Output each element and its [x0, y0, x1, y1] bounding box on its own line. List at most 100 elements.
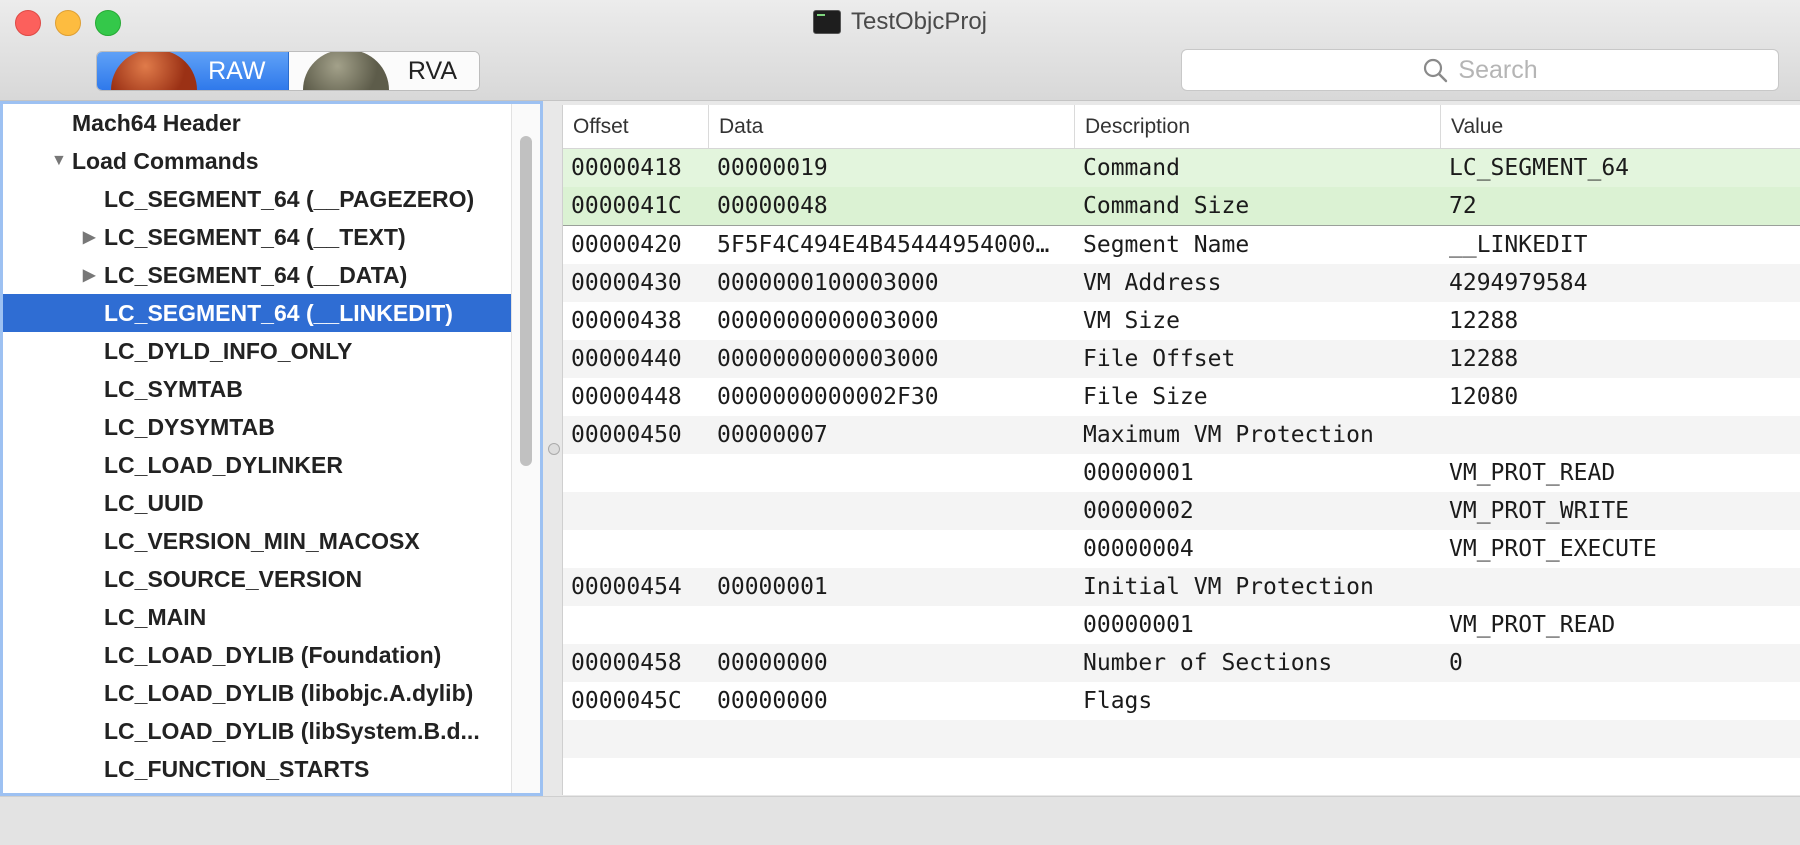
cell-offset: 00000454 [571, 574, 682, 600]
search-placeholder: Search [1458, 55, 1538, 84]
search-field[interactable]: Search [1181, 49, 1779, 91]
table-row[interactable]: 00000438 0000000000003000 VM Size 12288 [563, 302, 1800, 340]
column-header-offset[interactable]: Offset [563, 105, 709, 148]
mode-segmented-control: RAW RVA [96, 51, 480, 91]
split-view-divider[interactable] [548, 443, 560, 455]
tree-item[interactable]: LC_SOURCE_VERSION [3, 560, 511, 598]
raw-mode-icon [111, 52, 197, 90]
table-row[interactable]: 0000041C 00000048 Command Size 72 [563, 187, 1800, 226]
tree-item[interactable]: LC_SEGMENT_64 (__PAGEZERO) [3, 180, 511, 218]
raw-mode-label: RAW [208, 56, 266, 85]
details-table-panel[interactable]: Offset Data Description Value 00000418 00… [562, 105, 1800, 795]
table-row[interactable]: 00000440 0000000000003000 File Offset 12288 [563, 340, 1800, 378]
cell-offset: 00000448 [571, 384, 682, 410]
table-row[interactable]: 00000004 VM_PROT_EXECUTE [563, 530, 1800, 568]
cell-value: 12288 [1449, 346, 1519, 372]
table-row[interactable]: 00000001 VM_PROT_READ [563, 606, 1800, 644]
cell-data: 0000000000003000 [717, 346, 939, 372]
tree-item[interactable]: LC_LOAD_DYLIB (libSystem.B.d... [3, 712, 511, 750]
cell-description: 00000002 [1083, 498, 1194, 524]
cell-data: 00000000 [717, 688, 828, 714]
cell-data: 00000001 [717, 574, 828, 600]
table-row[interactable]: 00000458 00000000 Number of Sections 0 [563, 644, 1800, 682]
rva-mode-button[interactable]: RVA [288, 52, 479, 90]
cell-description: File Size [1083, 384, 1208, 410]
disclosure-collapsed-icon[interactable]: ▶ [83, 265, 95, 285]
cell-offset: 0000045C [571, 688, 682, 714]
tree-item-label: LC_LOAD_DYLINKER [104, 451, 343, 478]
cell-value: LC_SEGMENT_64 [1449, 155, 1630, 181]
cell-offset: 00000450 [571, 422, 682, 448]
column-header-data[interactable]: Data [709, 105, 1075, 148]
disclosure-collapsed-icon[interactable]: ▶ [83, 227, 95, 247]
table-row[interactable]: 00000002 VM_PROT_WRITE [563, 492, 1800, 530]
cell-description: Command [1083, 155, 1180, 181]
tree-item[interactable]: LC_VERSION_MIN_MACOSX [3, 522, 511, 560]
cell-value: VM_PROT_EXECUTE [1449, 536, 1657, 562]
cell-data: 0000000100003000 [717, 270, 939, 296]
cell-offset: 00000430 [571, 270, 682, 296]
tree-item[interactable]: LC_SYMTAB [3, 370, 511, 408]
tree-item-label: LC_MAIN [104, 603, 207, 630]
cell-value: 72 [1449, 193, 1477, 219]
cell-description: VM Size [1083, 308, 1180, 334]
table-row[interactable]: 00000450 00000007 Maximum VM Protection [563, 416, 1800, 454]
cell-offset: 00000438 [571, 308, 682, 334]
tree-item-label: LC_SEGMENT_64 (__DATA) [104, 261, 408, 288]
cell-description: File Offset [1083, 346, 1236, 372]
status-bar [0, 796, 1800, 845]
table-row[interactable]: 0000045C 00000000 Flags [563, 682, 1800, 720]
cell-data: 00000007 [717, 422, 828, 448]
disclosure-expanded-icon[interactable]: ▼ [51, 152, 67, 170]
cell-description: Command Size [1083, 193, 1250, 219]
tree-item[interactable]: ▶ LC_SEGMENT_64 (__DATA) [3, 256, 511, 294]
tree-item[interactable]: LC_SEGMENT_64 (__LINKEDIT) [3, 294, 511, 332]
tree-scrollbar-thumb[interactable] [520, 136, 532, 466]
cell-offset: 00000458 [571, 650, 682, 676]
table-row[interactable]: 00000454 00000001 Initial VM Protection [563, 568, 1800, 606]
cell-data: 0000000000002F30 [717, 384, 939, 410]
cell-offset: 00000418 [571, 155, 682, 181]
cell-data: 00000048 [717, 193, 828, 219]
tree-item-label: Load Commands [72, 147, 259, 174]
tree-item-label: LC_LOAD_DYLIB (libobjc.A.dylib) [104, 679, 474, 706]
cell-data: 0000000000003000 [717, 308, 939, 334]
table-row[interactable] [563, 720, 1800, 758]
rva-mode-icon [302, 52, 389, 90]
table-row[interactable]: 00000448 0000000000002F30 File Size 12080 [563, 378, 1800, 416]
column-header-description[interactable]: Description [1075, 105, 1441, 148]
rva-mode-label: RVA [407, 56, 457, 85]
column-header-value[interactable]: Value [1441, 105, 1800, 148]
title-area: TestObjcProj [0, 8, 1800, 38]
tree-item[interactable]: LC_DYSYMTAB [3, 408, 511, 446]
tree-item[interactable]: LC_LOAD_DYLIB (libobjc.A.dylib) [3, 674, 511, 712]
cell-description: Flags [1083, 688, 1153, 714]
table-row[interactable]: 00000001 VM_PROT_READ [563, 454, 1800, 492]
tree-scrollbar[interactable] [511, 104, 540, 793]
load-commands-tree-panel[interactable]: Mach64 Header ▼ Load Commands LC_SEGMENT_64… [0, 101, 543, 796]
tree-item-label: LC_SOURCE_VERSION [104, 565, 363, 592]
tree-item[interactable]: LC_FUNCTION_STARTS [3, 750, 511, 788]
tree-item-label: LC_VERSION_MIN_MACOSX [104, 527, 420, 554]
tree-item[interactable]: Mach64 Header [3, 104, 511, 142]
tree-item[interactable]: LC_UUID [3, 484, 511, 522]
tree-item[interactable]: ▶ LC_SEGMENT_64 (__TEXT) [3, 218, 511, 256]
tree-item[interactable]: LC_DYLD_INFO_ONLY [3, 332, 511, 370]
cell-description: VM Address [1083, 270, 1222, 296]
table-body: 00000418 00000019 Command LC_SEGMENT_64 0000… [563, 149, 1800, 758]
raw-mode-button[interactable]: RAW [97, 52, 289, 90]
table-row[interactable]: 00000430 0000000100003000 VM Address 429497… [563, 264, 1800, 302]
tree-item-label: LC_SEGMENT_64 (__TEXT) [104, 223, 406, 250]
tree-item[interactable]: LC_LOAD_DYLINKER [3, 446, 511, 484]
tree-item[interactable]: LC_LOAD_DYLIB (Foundation) [3, 636, 511, 674]
window-title: TestObjcProj [850, 8, 988, 35]
tree-item-label: LC_LOAD_DYLIB (Foundation) [104, 641, 442, 668]
tree-item[interactable]: ▼ Load Commands [3, 142, 511, 180]
table-row[interactable]: 00000418 00000019 Command LC_SEGMENT_64 [563, 149, 1800, 187]
cell-value: VM_PROT_WRITE [1449, 498, 1630, 524]
table-header: Offset Data Description Value [563, 105, 1800, 149]
table-row[interactable]: 00000420 5F5F4C494E4B45444954000… Segment … [563, 226, 1800, 264]
cell-value: VM_PROT_READ [1449, 460, 1616, 486]
tree-item[interactable]: LC_MAIN [3, 598, 511, 636]
tree-item-label: LC_DYSYMTAB [104, 413, 275, 440]
